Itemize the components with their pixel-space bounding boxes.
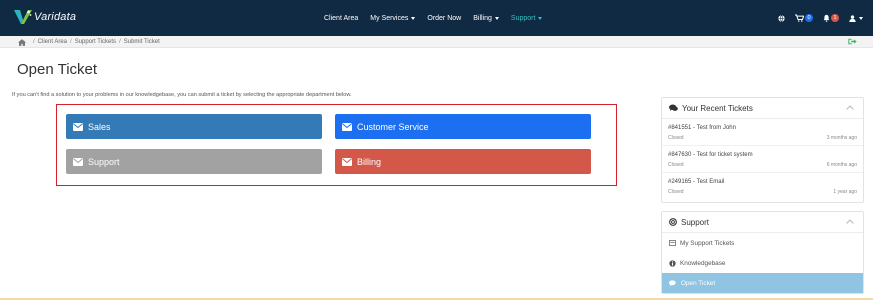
chevron-down-icon bbox=[538, 16, 543, 20]
chevron-down-icon bbox=[411, 16, 416, 20]
department-customer-service-button[interactable]: Customer Service bbox=[335, 114, 591, 139]
department-customer-service-label: Customer Service bbox=[357, 121, 429, 132]
cart-icon bbox=[795, 14, 804, 22]
breadcrumb-separator: / bbox=[33, 39, 35, 45]
recent-tickets-header[interactable]: Your Recent Tickets bbox=[662, 98, 863, 119]
breadcrumb-bar: / Client Area / Support Tickets / Submit… bbox=[0, 36, 873, 48]
support-panel: Support My Support Tickets Knowledgebase… bbox=[661, 211, 864, 294]
department-sales-button[interactable]: Sales bbox=[66, 114, 322, 139]
nav-my-services-label: My Services bbox=[370, 14, 409, 22]
envelope-icon bbox=[73, 157, 83, 166]
comments-icon bbox=[669, 104, 678, 112]
department-billing-button[interactable]: Billing bbox=[335, 149, 591, 174]
ticket-time: 6 months ago bbox=[826, 162, 857, 168]
envelope-icon bbox=[73, 122, 83, 131]
ticket-item[interactable]: #841551 - Test from John Closed 3 months… bbox=[662, 119, 863, 146]
breadcrumb-separator: / bbox=[119, 39, 121, 45]
chevron-up-icon[interactable] bbox=[846, 105, 854, 110]
logout-icon[interactable] bbox=[848, 38, 857, 45]
department-selection-box: Sales Customer Service Support Billing bbox=[56, 104, 617, 186]
notifications-button[interactable]: 1 bbox=[823, 14, 839, 22]
ticket-time: 1 year ago bbox=[833, 189, 857, 195]
sidebar-item-open-ticket[interactable]: Open Ticket bbox=[662, 273, 863, 293]
nav-billing-label: Billing bbox=[473, 14, 492, 22]
info-icon bbox=[669, 259, 676, 267]
ticket-status: Closed bbox=[668, 162, 684, 168]
chevron-up-icon[interactable] bbox=[846, 219, 854, 224]
user-icon bbox=[849, 14, 856, 22]
language-button[interactable] bbox=[778, 14, 785, 22]
home-icon[interactable] bbox=[18, 38, 26, 46]
support-panel-header[interactable]: Support bbox=[662, 212, 863, 233]
globe-icon bbox=[778, 14, 785, 22]
life-ring-icon bbox=[669, 218, 677, 226]
chevron-down-icon bbox=[859, 16, 863, 20]
varidata-logo-icon bbox=[14, 10, 32, 24]
breadcrumb-client-area[interactable]: Client Area bbox=[38, 39, 67, 45]
nav-order-now[interactable]: Order Now bbox=[427, 15, 461, 22]
cart-button[interactable]: 0 bbox=[795, 14, 813, 22]
notification-count-badge: 1 bbox=[831, 14, 839, 22]
intro-text: If you can't find a solution to your pro… bbox=[12, 92, 352, 98]
ticket-item[interactable]: #847630 - Test for ticket system Closed … bbox=[662, 146, 863, 173]
chevron-down-icon bbox=[494, 16, 499, 20]
sidebar-item-my-support-tickets[interactable]: My Support Tickets bbox=[662, 233, 863, 253]
envelope-icon bbox=[342, 157, 352, 166]
bell-icon bbox=[823, 14, 830, 22]
envelope-icon bbox=[342, 122, 352, 131]
nav-client-area-label: Client Area bbox=[324, 14, 359, 22]
sidebar-item-label: My Support Tickets bbox=[680, 239, 735, 247]
ticket-status: Closed bbox=[668, 135, 684, 141]
department-sales-label: Sales bbox=[88, 121, 111, 132]
breadcrumb-submit-ticket: Submit Ticket bbox=[123, 39, 160, 45]
nav-order-now-label: Order Now bbox=[427, 14, 462, 22]
department-support-button[interactable]: Support bbox=[66, 149, 322, 174]
ticket-title: #847630 - Test for ticket system bbox=[668, 152, 753, 158]
recent-tickets-panel: Your Recent Tickets #841551 - Test from … bbox=[661, 97, 864, 203]
sidebar-item-label: Open Ticket bbox=[681, 279, 716, 287]
account-menu-button[interactable] bbox=[849, 14, 863, 22]
nav-client-area[interactable]: Client Area bbox=[324, 15, 358, 22]
breadcrumb-support-tickets[interactable]: Support Tickets bbox=[75, 39, 116, 45]
ticket-status: Closed bbox=[668, 189, 684, 195]
breadcrumb-separator: / bbox=[70, 39, 72, 45]
sidebar-item-knowledgebase[interactable]: Knowledgebase bbox=[662, 253, 863, 273]
brand-logo[interactable]: Varidata bbox=[14, 9, 76, 25]
nav-support[interactable]: Support bbox=[511, 15, 543, 22]
top-navbar: Varidata Client Area My Services Order N… bbox=[0, 0, 873, 36]
nav-billing[interactable]: Billing bbox=[473, 15, 499, 22]
nav-support-label: Support bbox=[510, 14, 536, 22]
ticket-icon bbox=[669, 240, 676, 246]
support-panel-title: Support bbox=[681, 217, 710, 227]
ticket-title: #249165 - Test Email bbox=[668, 179, 725, 185]
cart-count-badge: 0 bbox=[805, 14, 813, 22]
sidebar-item-label: Knowledgebase bbox=[680, 259, 726, 267]
comments-icon bbox=[669, 279, 677, 287]
footer-divider bbox=[0, 298, 873, 300]
nav-my-services[interactable]: My Services bbox=[370, 14, 416, 22]
ticket-title: #841551 - Test from John bbox=[668, 125, 736, 131]
ticket-time: 3 months ago bbox=[826, 135, 857, 141]
ticket-item[interactable]: #249165 - Test Email Closed 1 year ago bbox=[662, 173, 863, 200]
department-support-label: Support bbox=[88, 156, 120, 167]
recent-tickets-title: Your Recent Tickets bbox=[682, 103, 753, 113]
page-title: Open Ticket bbox=[17, 61, 98, 78]
brand-name: Varidata bbox=[34, 11, 77, 23]
department-billing-label: Billing bbox=[357, 156, 382, 167]
breadcrumb: / Client Area / Support Tickets / Submit… bbox=[18, 36, 160, 48]
